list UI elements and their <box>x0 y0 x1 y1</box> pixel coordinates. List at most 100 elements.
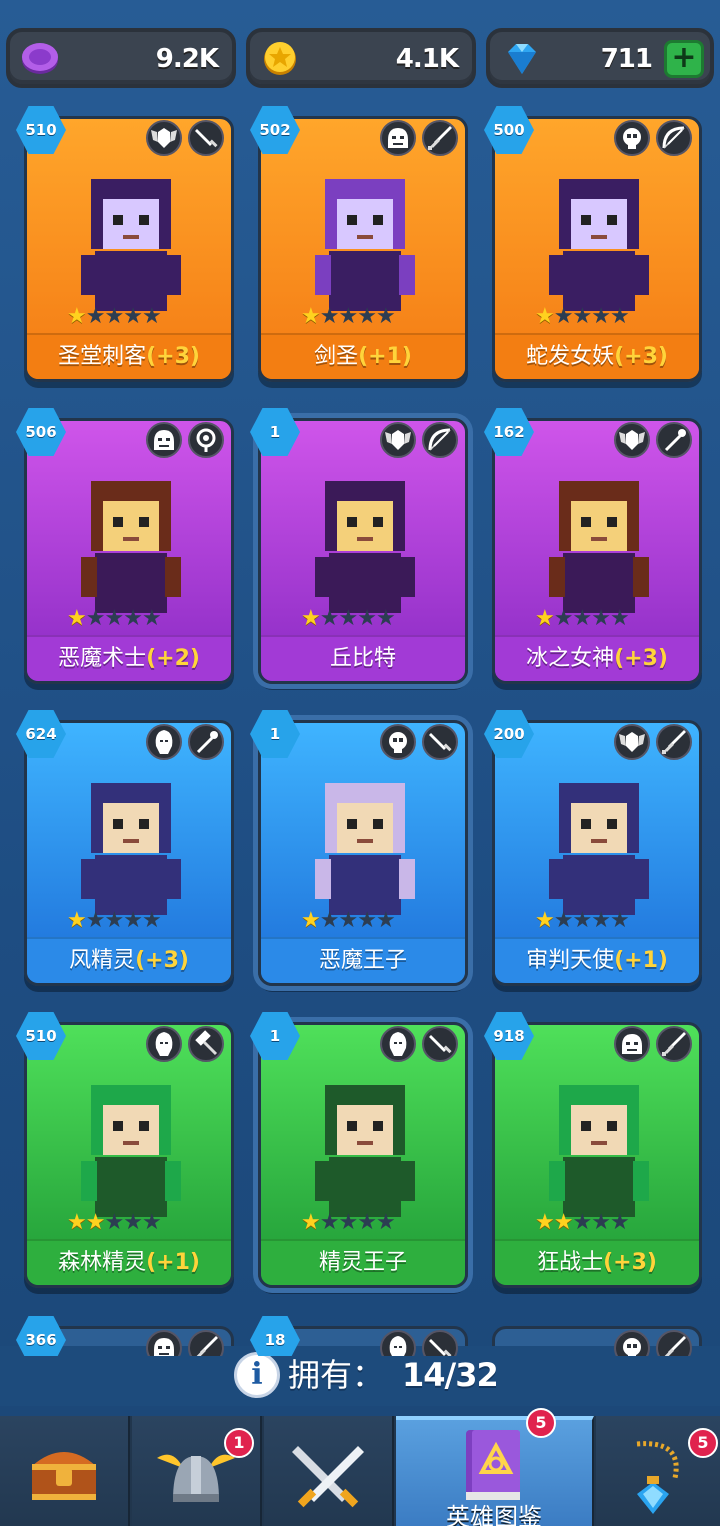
star-filled-icon: ★ <box>535 304 555 329</box>
dagger-icon <box>422 1330 458 1356</box>
hero-upgrade-bonus: (+3) <box>614 646 668 671</box>
hero-name: 狂战士 <box>537 1250 604 1275</box>
star-empty-icon: ★ <box>609 304 630 329</box>
star-empty-icon: ★ <box>609 606 630 631</box>
star-filled-icon: ★ <box>535 606 555 631</box>
hero-name-bar: 剑圣(+1) <box>261 333 465 379</box>
hero-name-bar: 丘比特 <box>261 635 465 681</box>
star-empty-icon: ★ <box>357 304 377 329</box>
add-gems-button[interactable]: + <box>664 40 704 78</box>
hero-portrait <box>315 481 415 613</box>
orb-icon <box>188 422 224 458</box>
hero-name-bar: 恶魔术士(+2) <box>27 635 231 681</box>
tab-chest[interactable] <box>0 1416 130 1526</box>
star-empty-icon: ★ <box>591 1210 611 1235</box>
hero-upgrade-bonus: (+1) <box>358 344 412 369</box>
hero-portrait <box>81 179 181 311</box>
star-empty-icon: ★ <box>104 304 124 329</box>
tab-heroes[interactable]: 1 <box>132 1416 262 1526</box>
hero-name-bar: 冰之女神(+3) <box>495 635 699 681</box>
equipment-notification-badge: 5 <box>688 1428 718 1458</box>
star-empty-icon: ★ <box>141 606 162 631</box>
heroes-notification-badge: 1 <box>224 1428 254 1458</box>
star-empty-icon: ★ <box>572 606 592 631</box>
hero-codex-screen: 9.2K 4.1K 711 + 510 ★★★★★ 圣堂刺客(+3) 502 ★… <box>0 0 720 1526</box>
star-filled-icon: ★ <box>301 606 321 631</box>
hero-portrait <box>315 783 415 915</box>
hero-star-rating: ★★★★★ <box>67 908 162 933</box>
star-empty-icon: ★ <box>357 606 377 631</box>
star-empty-icon: ★ <box>591 304 611 329</box>
hero-name-bar: 审判天使(+1) <box>495 937 699 983</box>
info-icon[interactable]: i <box>234 1352 280 1398</box>
star-empty-icon: ★ <box>123 304 143 329</box>
star-empty-icon: ★ <box>357 1210 377 1235</box>
hero-star-rating: ★★★★★ <box>301 304 396 329</box>
star-empty-icon: ★ <box>553 304 574 329</box>
star-empty-icon: ★ <box>104 1210 124 1235</box>
star-filled-icon: ★ <box>67 606 87 631</box>
hero-name: 审判天使 <box>526 948 615 973</box>
hero-portrait <box>549 481 649 613</box>
hero-name-bar: 狂战士(+3) <box>495 1239 699 1285</box>
staff-icon <box>656 422 692 458</box>
star-filled-icon: ★ <box>301 304 321 329</box>
hero-name: 丘比特 <box>329 646 396 671</box>
demon-skull-icon <box>614 120 650 156</box>
hero-name: 冰之女神 <box>526 646 615 671</box>
star-empty-icon: ★ <box>319 1210 340 1235</box>
hero-portrait <box>315 179 415 311</box>
star-empty-icon: ★ <box>357 908 377 933</box>
star-empty-icon: ★ <box>375 304 396 329</box>
hero-upgrade-bonus: (+2) <box>146 646 200 671</box>
gold-counter[interactable]: 4.1K <box>246 28 476 88</box>
star-empty-icon: ★ <box>553 606 574 631</box>
tab-codex-label: 英雄图鉴 <box>446 1503 542 1526</box>
hero-level-badge: 366 <box>16 1316 66 1356</box>
orc-helm-icon <box>380 120 416 156</box>
tab-battle[interactable] <box>264 1416 394 1526</box>
star-empty-icon: ★ <box>553 908 574 933</box>
hero-upgrade-bonus: (+3) <box>146 344 200 369</box>
tab-codex[interactable]: 英雄图鉴 5 <box>396 1408 594 1526</box>
dagger-icon <box>422 724 458 760</box>
star-empty-icon: ★ <box>85 908 106 933</box>
star-filled-icon: ★ <box>535 908 555 933</box>
hero-star-rating: ★★★★★ <box>535 304 630 329</box>
sword-icon <box>422 120 458 156</box>
resource-bar: 9.2K 4.1K 711 + <box>0 24 720 88</box>
hero-star-rating: ★★★★★ <box>67 606 162 631</box>
hero-star-rating: ★★★★★ <box>67 1210 162 1235</box>
star-empty-icon: ★ <box>319 606 340 631</box>
demon-skull-icon <box>614 1330 650 1356</box>
hero-star-rating: ★★★★★ <box>301 908 396 933</box>
gem-counter[interactable]: 711 + <box>486 28 714 88</box>
gold-value: 4.1K <box>395 44 459 74</box>
owned-label: 拥有： <box>288 1356 385 1394</box>
purple-currency-counter[interactable]: 9.2K <box>6 28 236 88</box>
hero-portrait <box>549 1085 649 1217</box>
bow-icon <box>422 422 458 458</box>
hero-name-bar: 风精灵(+3) <box>27 937 231 983</box>
star-empty-icon: ★ <box>141 1210 162 1235</box>
star-empty-icon: ★ <box>104 606 124 631</box>
orc-helm-icon <box>146 1330 182 1356</box>
star-empty-icon: ★ <box>141 304 162 329</box>
star-filled-icon: ★ <box>301 908 321 933</box>
star-empty-icon: ★ <box>319 908 340 933</box>
star-empty-icon: ★ <box>319 304 340 329</box>
codex-notification-badge: 5 <box>526 1408 556 1438</box>
hero-star-rating: ★★★★★ <box>67 304 162 329</box>
gold-coin-icon <box>264 42 296 75</box>
star-empty-icon: ★ <box>338 304 358 329</box>
sword-icon <box>656 1330 692 1356</box>
hero-portrait <box>549 783 649 915</box>
hero-name: 恶魔术士 <box>58 646 147 671</box>
hero-star-rating: ★★★★★ <box>301 606 396 631</box>
star-empty-icon: ★ <box>591 606 611 631</box>
hero-portrait <box>81 1085 181 1217</box>
star-empty-icon: ★ <box>572 1210 592 1235</box>
hero-portrait <box>549 179 649 311</box>
tab-equipment[interactable]: 5 <box>596 1416 720 1526</box>
treasure-chest-icon <box>32 1452 96 1500</box>
